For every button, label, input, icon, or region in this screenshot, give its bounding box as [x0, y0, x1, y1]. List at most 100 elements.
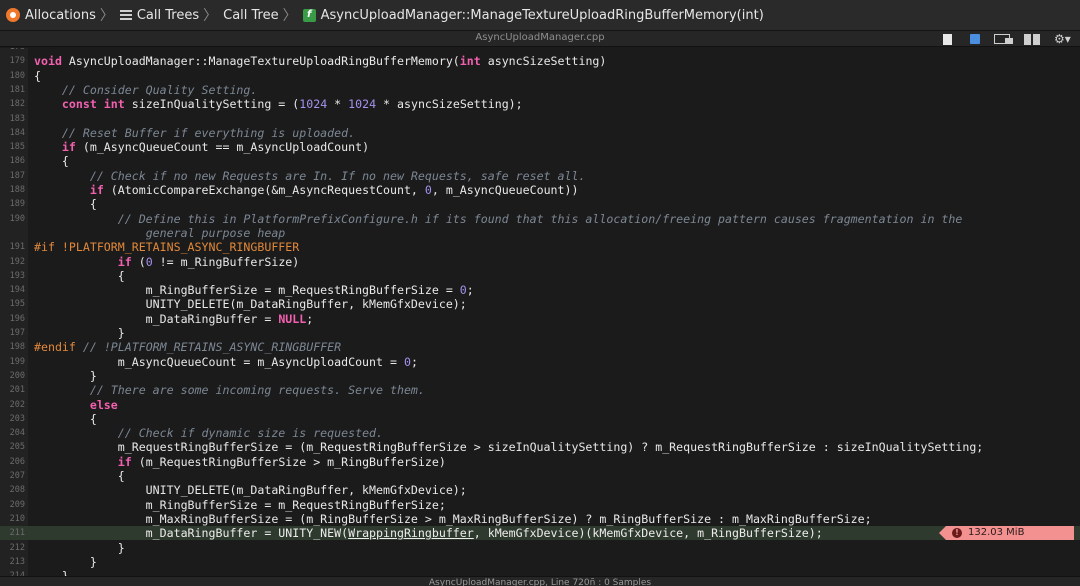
breadcrumb-item-call-tree[interactable]: Call Tree: [223, 8, 279, 23]
code-token: {: [34, 68, 41, 83]
code-token: int: [459, 54, 481, 69]
code-line[interactable]: 195 UNITY_DELETE(m_DataRingBuffer, kMemG…: [0, 297, 1080, 311]
code-line[interactable]: 203 {: [0, 412, 1080, 426]
code-line[interactable]: 205 m_RequestRingBufferSize = (m_Request…: [0, 440, 1080, 454]
code-token: , m_AsyncQueueCount)): [431, 183, 579, 197]
status-bar: AsyncUploadManager.cpp, Line 720ñ : 0 Sa…: [0, 576, 1080, 586]
code-line[interactable]: 190 // Define this in PlatformPrefixConf…: [0, 212, 1080, 226]
code-line[interactable]: 197 }: [0, 326, 1080, 340]
code-text: if (0 != m_RingBufferSize): [34, 255, 300, 269]
line-number: 203: [9, 413, 25, 424]
code-text: // There are some incoming requests. Ser…: [34, 383, 425, 397]
code-line[interactable]: 200 }: [0, 369, 1080, 383]
chevron-right-icon: 〉: [282, 8, 297, 24]
source-code-view[interactable]: 178179void AsyncUploadManager::ManageTex…: [0, 48, 1080, 576]
line-number: 192: [9, 256, 25, 267]
code-token: * asyncSizeSetting);: [376, 97, 523, 112]
code-line[interactable]: 189 {: [0, 197, 1080, 211]
code-token: }: [34, 554, 97, 569]
code-text: // Consider Quality Setting.: [34, 83, 257, 97]
code-line[interactable]: 188 if (AtomicCompareExchange(&m_AsyncRe…: [0, 183, 1080, 197]
breadcrumb-item-allocations[interactable]: Allocations: [6, 8, 96, 23]
line-number: 187: [9, 170, 25, 181]
window-icon[interactable]: [994, 34, 1013, 44]
code-line[interactable]: 181 // Consider Quality Setting.: [0, 83, 1080, 97]
code-line[interactable]: 204 // Check if dynamic size is requeste…: [0, 426, 1080, 440]
split-view-icon[interactable]: [1024, 33, 1040, 45]
code-line[interactable]: 196 m_DataRingBuffer = NULL;: [0, 312, 1080, 326]
code-line[interactable]: 199 m_AsyncQueueCount = m_AsyncUploadCou…: [0, 355, 1080, 369]
alert-icon: !: [952, 528, 962, 539]
code-line[interactable]: 202 else: [0, 398, 1080, 412]
code-token: m_MaxRingBufferSize = (m_RingBufferSize …: [34, 511, 872, 526]
code-line[interactable]: 201 // There are some incoming requests.…: [0, 383, 1080, 397]
source-filename: AsyncUploadManager.cpp: [475, 32, 605, 43]
code-text: {: [34, 412, 97, 426]
line-number: 186: [9, 156, 25, 167]
code-text: m_RingBufferSize = m_RequestRingBufferSi…: [34, 498, 446, 512]
line-number: 194: [9, 285, 25, 296]
code-line[interactable]: 185 if (m_AsyncQueueCount == m_AsyncUplo…: [0, 140, 1080, 154]
line-number: 195: [9, 299, 25, 310]
code-line[interactable]: 182 const int sizeInQualitySetting = (10…: [0, 97, 1080, 111]
code-line[interactable]: 186 {: [0, 154, 1080, 168]
toolbar-icons: ⚙▾: [943, 31, 1072, 47]
code-line[interactable]: 183: [0, 112, 1080, 126]
source-toolbar: AsyncUploadManager.cpp ⚙▾: [0, 31, 1080, 47]
line-number: 179: [9, 56, 25, 67]
code-token: 0: [424, 183, 432, 197]
code-line[interactable]: 214 }: [0, 569, 1080, 576]
code-token: {: [34, 469, 125, 483]
code-text: m_RequestRingBufferSize = (m_RequestRing…: [34, 440, 984, 454]
line-number: 202: [9, 399, 25, 410]
code-text: m_AsyncQueueCount = m_AsyncUploadCount =…: [34, 355, 418, 369]
code-line-highlighted[interactable]: 211 m_DataRingBuffer = UNITY_NEW(Wrappin…: [0, 526, 1080, 541]
code-line[interactable]: 191 #if !PLATFORM_RETAINS_ASYNC_RINGBUFFE…: [0, 240, 1080, 254]
code-line[interactable]: 210 m_MaxRingBufferSize = (m_RingBufferS…: [0, 512, 1080, 526]
code-token: #if !PLATFORM_RETAINS_ASYNC_RINGBUFFER: [34, 240, 300, 255]
code-line[interactable]: 198 #endif // !PLATFORM_RETAINS_ASYNC_RIN…: [0, 340, 1080, 354]
line-number: 184: [9, 127, 25, 138]
code-line[interactable]: 207 {: [0, 469, 1080, 483]
breadcrumb-label: AsyncUploadManager::ManageTextureUploadR…: [320, 7, 764, 23]
breadcrumb: Allocations 〉 Call Trees 〉 Call Tree 〉 f…: [0, 0, 1080, 31]
line-number: 189: [9, 199, 25, 210]
code-token: else: [89, 397, 118, 412]
line-number: 208: [9, 485, 25, 496]
code-token: }: [34, 569, 69, 576]
code-line[interactable]: 180 {: [0, 69, 1080, 83]
code-line[interactable]: 208 UNITY_DELETE(m_DataRingBuffer, kMemG…: [0, 483, 1080, 497]
code-text: // Check if no new Requests are In. If n…: [34, 169, 586, 183]
document-icon[interactable]: [943, 33, 952, 45]
breadcrumb-item-call-trees[interactable]: Call Trees: [119, 8, 199, 23]
code-text: if (AtomicCompareExchange(&m_AsyncReques…: [34, 183, 579, 197]
code-line[interactable]: 194 m_RingBufferSize = m_RequestRingBuff…: [0, 283, 1080, 297]
code-token: UNITY_DELETE(m_DataRingBuffer, kMemGfxDe…: [34, 483, 467, 498]
code-text: // Reset Buffer if everything is uploade…: [34, 126, 355, 140]
color-picker-icon[interactable]: [970, 34, 980, 44]
code-line[interactable]: 184 // Reset Buffer if everything is upl…: [0, 126, 1080, 140]
code-line[interactable]: 212 }: [0, 541, 1080, 555]
code-token: (AtomicCompareExchange(&m_AsyncRequestCo…: [103, 183, 425, 197]
code-line[interactable]: 213 }: [0, 555, 1080, 569]
code-token: sizeInQualitySetting = (: [124, 97, 300, 112]
code-line[interactable]: 206 if (m_RequestRingBufferSize > m_Ring…: [0, 455, 1080, 469]
code-line[interactable]: 192 if (0 != m_RingBufferSize): [0, 255, 1080, 269]
breadcrumb-item-function[interactable]: f AsyncUploadManager::ManageTextureUploa…: [302, 7, 764, 23]
function-icon: f: [302, 8, 316, 22]
code-text: {: [34, 469, 125, 483]
line-number: 205: [9, 442, 25, 453]
code-line[interactable]: 187 // Check if no new Requests are In. …: [0, 169, 1080, 183]
allocation-size-badge[interactable]: ! 132.03 MiB: [939, 526, 1074, 541]
gear-icon[interactable]: ⚙▾: [1054, 33, 1072, 45]
code-line[interactable]: 193 {: [0, 269, 1080, 283]
code-line[interactable]: 209 m_RingBufferSize = m_RequestRingBuff…: [0, 498, 1080, 512]
code-line[interactable]: 179 void AsyncUploadManager::ManageTextur…: [0, 54, 1080, 68]
code-line[interactable]: general purpose heap: [0, 226, 1080, 240]
code-token: }: [34, 368, 97, 383]
code-text: else: [34, 398, 118, 412]
